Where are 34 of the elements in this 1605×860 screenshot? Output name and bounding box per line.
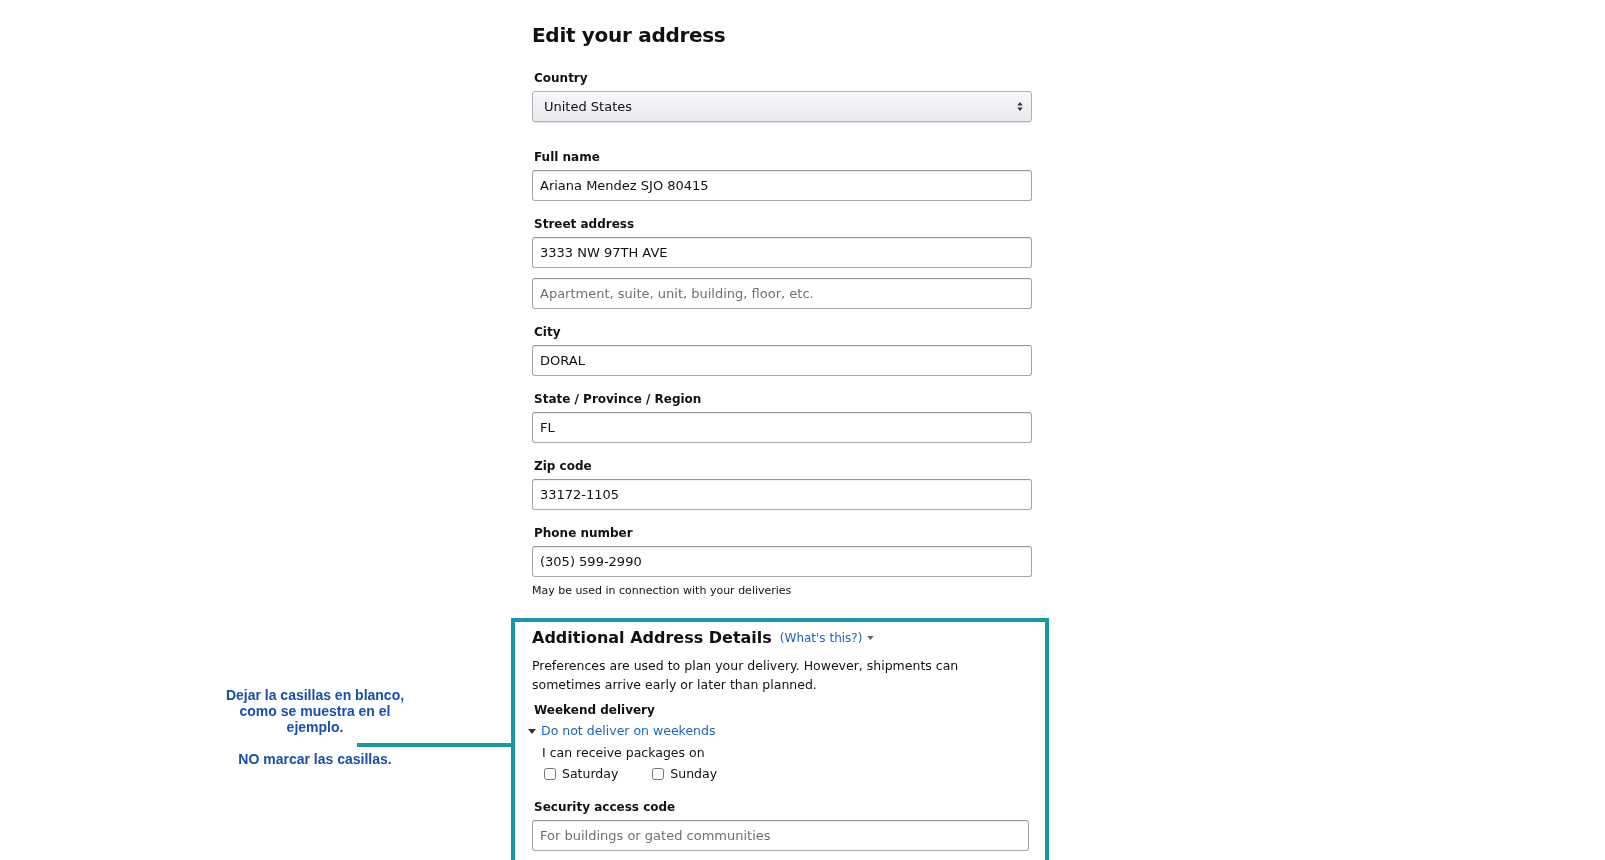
input-field[interactable]: 3333 NW 97TH AVE: [532, 237, 1032, 268]
weekend-toggle-link[interactable]: Do not deliver on weekends: [541, 722, 716, 740]
expanded-triangle-icon[interactable]: [528, 727, 536, 735]
field-label: Full name: [533, 149, 601, 166]
input-field[interactable]: Apartment, suite, unit, building, floor, etc.: [532, 278, 1032, 309]
page-title: Edit your address: [532, 22, 727, 49]
checkbox-label: Sunday: [670, 766, 718, 781]
prompt-text: I can receive packages on: [542, 744, 706, 762]
field-note: May be used in connection with your deliveries: [532, 584, 793, 598]
field-label: Zip code: [533, 458, 593, 475]
country-dropdown[interactable]: United States: [532, 91, 1032, 122]
caret-icon[interactable]: [867, 636, 875, 640]
updown-arrows-icon: [1017, 102, 1023, 111]
field-label: Country: [533, 70, 589, 87]
field-label: Weekend delivery: [533, 702, 656, 719]
checkbox-label: Saturday: [562, 766, 619, 781]
annotation-text: NO marcar las casillas.: [237, 751, 393, 767]
section-description: Preferences are used to plan your delivery. However, shipments can sometimes arrive early or later than planned.: [532, 657, 960, 694]
field-label: Security access code: [533, 799, 677, 816]
input-field[interactable]: 33172-1105: [532, 479, 1032, 510]
help-link[interactable]: (What's this?): [779, 631, 863, 645]
checkbox[interactable]: [544, 767, 556, 780]
input-field[interactable]: For buildings or gated communities: [532, 820, 1029, 851]
input-field[interactable]: FL: [532, 412, 1032, 443]
annotation-text: Dejar la casillas en blanco, como se muestra en el ejemplo.: [224, 687, 406, 735]
input-field[interactable]: DORAL: [532, 345, 1032, 376]
section-heading: Additional Address Details: [532, 627, 772, 649]
field-label: State / Province / Region: [533, 391, 703, 408]
input-field[interactable]: (305) 599-2990: [532, 546, 1032, 577]
field-label: Phone number: [533, 525, 634, 542]
input-field[interactable]: Ariana Mendez SJO 80415: [532, 170, 1032, 201]
checkbox[interactable]: [652, 767, 665, 780]
field-label: City: [533, 324, 562, 341]
field-label: Street address: [533, 216, 636, 233]
